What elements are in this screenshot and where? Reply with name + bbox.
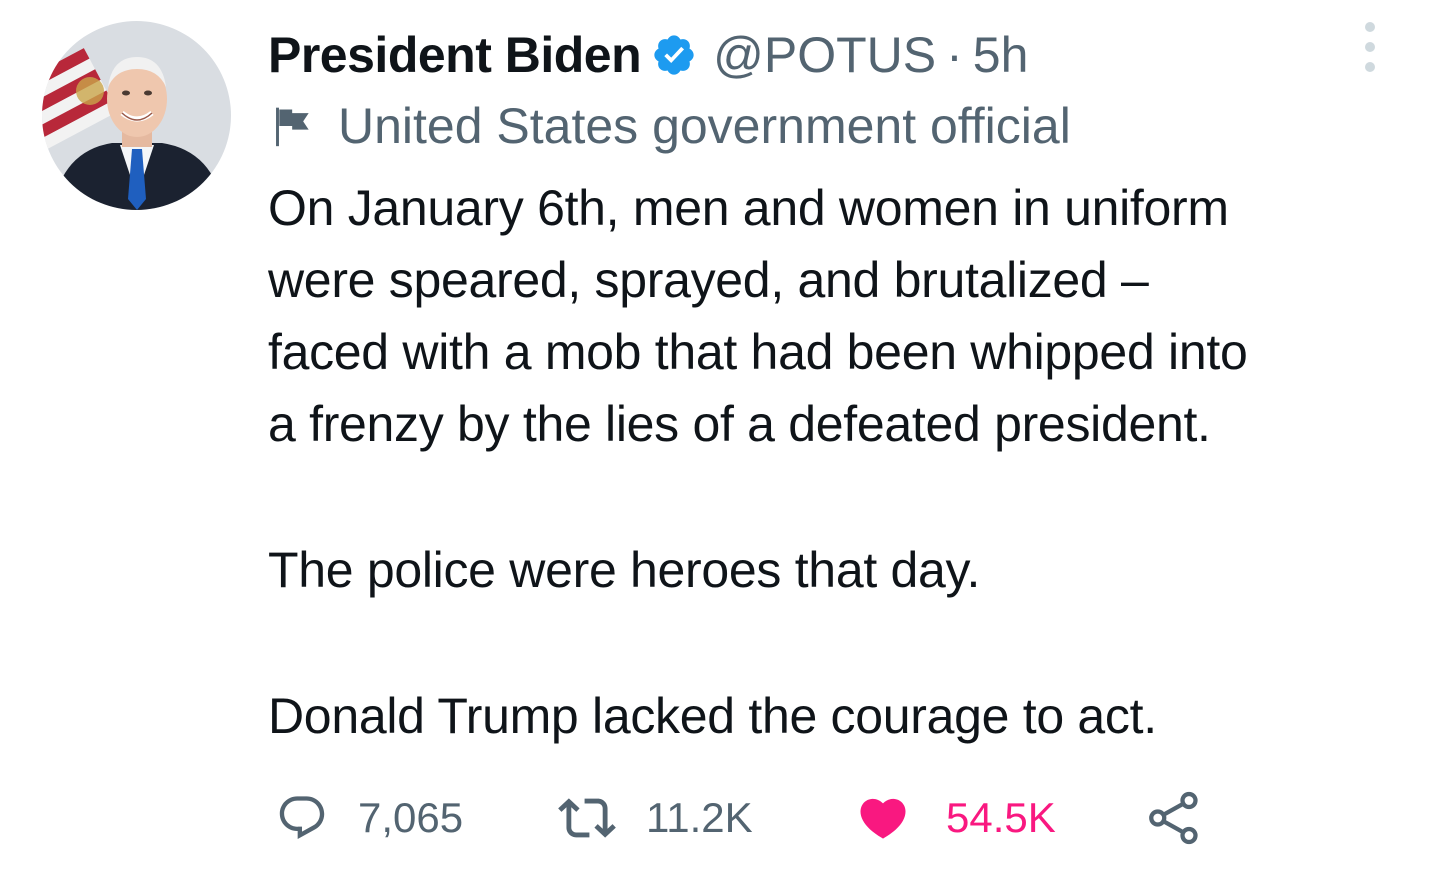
retweet-icon [558, 798, 616, 838]
verified-badge-icon [654, 35, 694, 75]
tweet-timestamp[interactable]: 5h [973, 26, 1029, 84]
like-count: 54.5K [946, 794, 1056, 841]
government-label[interactable]: United States government official [272, 94, 1071, 158]
tweet-paragraph: The police were heroes that day. [268, 542, 981, 598]
more-dot [1365, 42, 1375, 52]
user-handle[interactable]: @POTUS [713, 26, 936, 84]
reply-button[interactable]: 7,065 [276, 786, 463, 850]
share-icon [1149, 791, 1198, 845]
tweet-paragraph: On January 6th, men and women in uniform… [268, 180, 1248, 452]
tweet-body: On January 6th, men and women in uniform… [268, 172, 1408, 752]
avatar[interactable] [42, 21, 231, 210]
more-options-icon[interactable] [1352, 22, 1388, 72]
tweet-header: President Biden @POTUS · 5h [268, 20, 1388, 90]
heart-icon [860, 798, 906, 839]
reply-count: 7,065 [358, 794, 464, 841]
separator-dot: · [946, 27, 963, 83]
retweet-button[interactable]: 11.2K [558, 786, 753, 850]
tweet-actions: 7,065 11.2K 54.5K [276, 786, 1276, 850]
flag-icon [276, 107, 309, 147]
label-text: United States government official [338, 98, 1071, 154]
like-button[interactable]: 54.5K [856, 786, 1056, 850]
share-button[interactable] [1144, 786, 1204, 850]
display-name[interactable]: President Biden [268, 26, 642, 84]
tweet: President Biden @POTUS · 5h United State… [0, 0, 1440, 877]
retweet-count: 11.2K [646, 794, 753, 841]
reply-icon [279, 796, 325, 840]
tweet-paragraph: Donald Trump lacked the courage to act. [268, 688, 1157, 744]
more-dot [1365, 62, 1375, 72]
more-dot [1365, 22, 1375, 32]
profile-photo [42, 21, 231, 210]
